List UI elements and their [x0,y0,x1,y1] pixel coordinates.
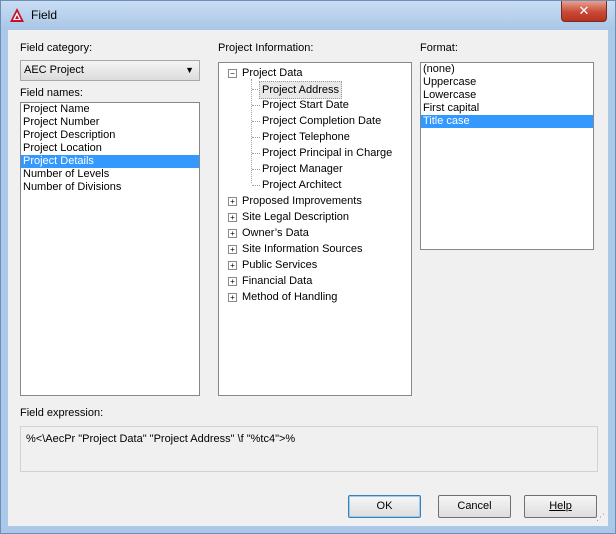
resize-grip-icon[interactable]: ⋰ [596,512,605,523]
title-bar[interactable]: Field ✕ [1,1,615,30]
expand-toggle-icon[interactable]: + [228,229,237,238]
format-item[interactable]: First capital [421,102,593,115]
tree-node-category[interactable]: Site Information Sources [242,241,362,257]
tree-connector-line [252,153,260,154]
field-expression-text: %<\AecPr "Project Data" "Project Address… [26,433,296,445]
field-name-item[interactable]: Project Location [21,142,199,155]
format-list[interactable]: (none) Uppercase Lowercase First capital Tit… [420,62,594,250]
field-names-label: Field names: [20,87,83,99]
format-item[interactable]: Uppercase [421,76,593,89]
tree-connector-line [251,79,252,183]
field-name-item[interactable]: Number of Levels [21,168,199,181]
window-title: Field [31,8,58,22]
field-name-item[interactable]: Project Name [21,103,199,116]
field-expression-box[interactable]: %<\AecPr "Project Data" "Project Address… [20,426,598,472]
format-item[interactable]: (none) [421,63,593,76]
tree-connector-line [252,185,260,186]
tree-node-category[interactable]: Owner’s Data [242,225,309,241]
tree-node-category[interactable]: Proposed Improvements [242,193,362,209]
tree-node-child[interactable]: Project Manager [262,161,343,177]
field-category-value: AEC Project [24,64,84,76]
tree-node-category[interactable]: Public Services [242,257,317,273]
help-button-label: Help [549,500,572,512]
expand-toggle-icon[interactable]: + [228,293,237,302]
tree-connector-line [252,137,260,138]
field-category-select[interactable]: AEC Project ▼ [20,60,200,81]
field-name-item[interactable]: Project Number [21,116,199,129]
tree-node-category[interactable]: Method of Handling [242,289,337,305]
expand-toggle-icon[interactable]: + [228,277,237,286]
tree-connector-line [252,121,260,122]
tree-node-child[interactable]: Project Completion Date [262,113,381,129]
tree-node-child[interactable]: Project Principal in Charge [262,145,392,161]
expand-toggle-icon[interactable]: + [228,245,237,254]
close-button[interactable]: ✕ [561,1,607,22]
expand-toggle-icon[interactable]: + [228,213,237,222]
help-button[interactable]: Help [524,495,597,518]
collapse-toggle-icon[interactable]: − [228,69,237,78]
field-names-list[interactable]: Project Name Project Number Project Descri… [20,102,200,396]
tree-node-category[interactable]: Site Legal Description [242,209,349,225]
ok-button[interactable]: OK [348,495,421,518]
format-item[interactable]: Lowercase [421,89,593,102]
project-information-label: Project Information: [218,42,314,54]
project-information-tree[interactable]: − Project Data Project Address Project Star… [218,62,412,396]
tree-node-category[interactable]: Financial Data [242,273,312,289]
tree-connector-line [252,169,260,170]
field-name-item[interactable]: Number of Divisions [21,181,199,194]
field-name-item[interactable]: Project Details [21,155,199,168]
cancel-button[interactable]: Cancel [438,495,511,518]
tree-node-child[interactable]: Project Architect [262,177,341,193]
field-expression-label: Field expression: [20,407,104,419]
tree-connector-line [252,105,260,106]
dialog-body: Field category: AEC Project ▼ Field name… [8,30,608,526]
tree-node-child[interactable]: Project Telephone [262,129,350,145]
field-dialog: Field ✕ Field category: AEC Project ▼ Fi… [0,0,616,534]
chevron-down-icon[interactable]: ▼ [185,65,194,75]
expand-toggle-icon[interactable]: + [228,261,237,270]
autocad-app-icon [10,8,24,22]
tree-node-child[interactable]: Project Start Date [262,97,349,113]
close-icon: ✕ [578,3,590,18]
field-name-item[interactable]: Project Description [21,129,199,142]
field-category-label: Field category: [20,42,93,54]
format-label: Format: [420,42,458,54]
expand-toggle-icon[interactable]: + [228,197,237,206]
format-item[interactable]: Title case [421,115,593,128]
